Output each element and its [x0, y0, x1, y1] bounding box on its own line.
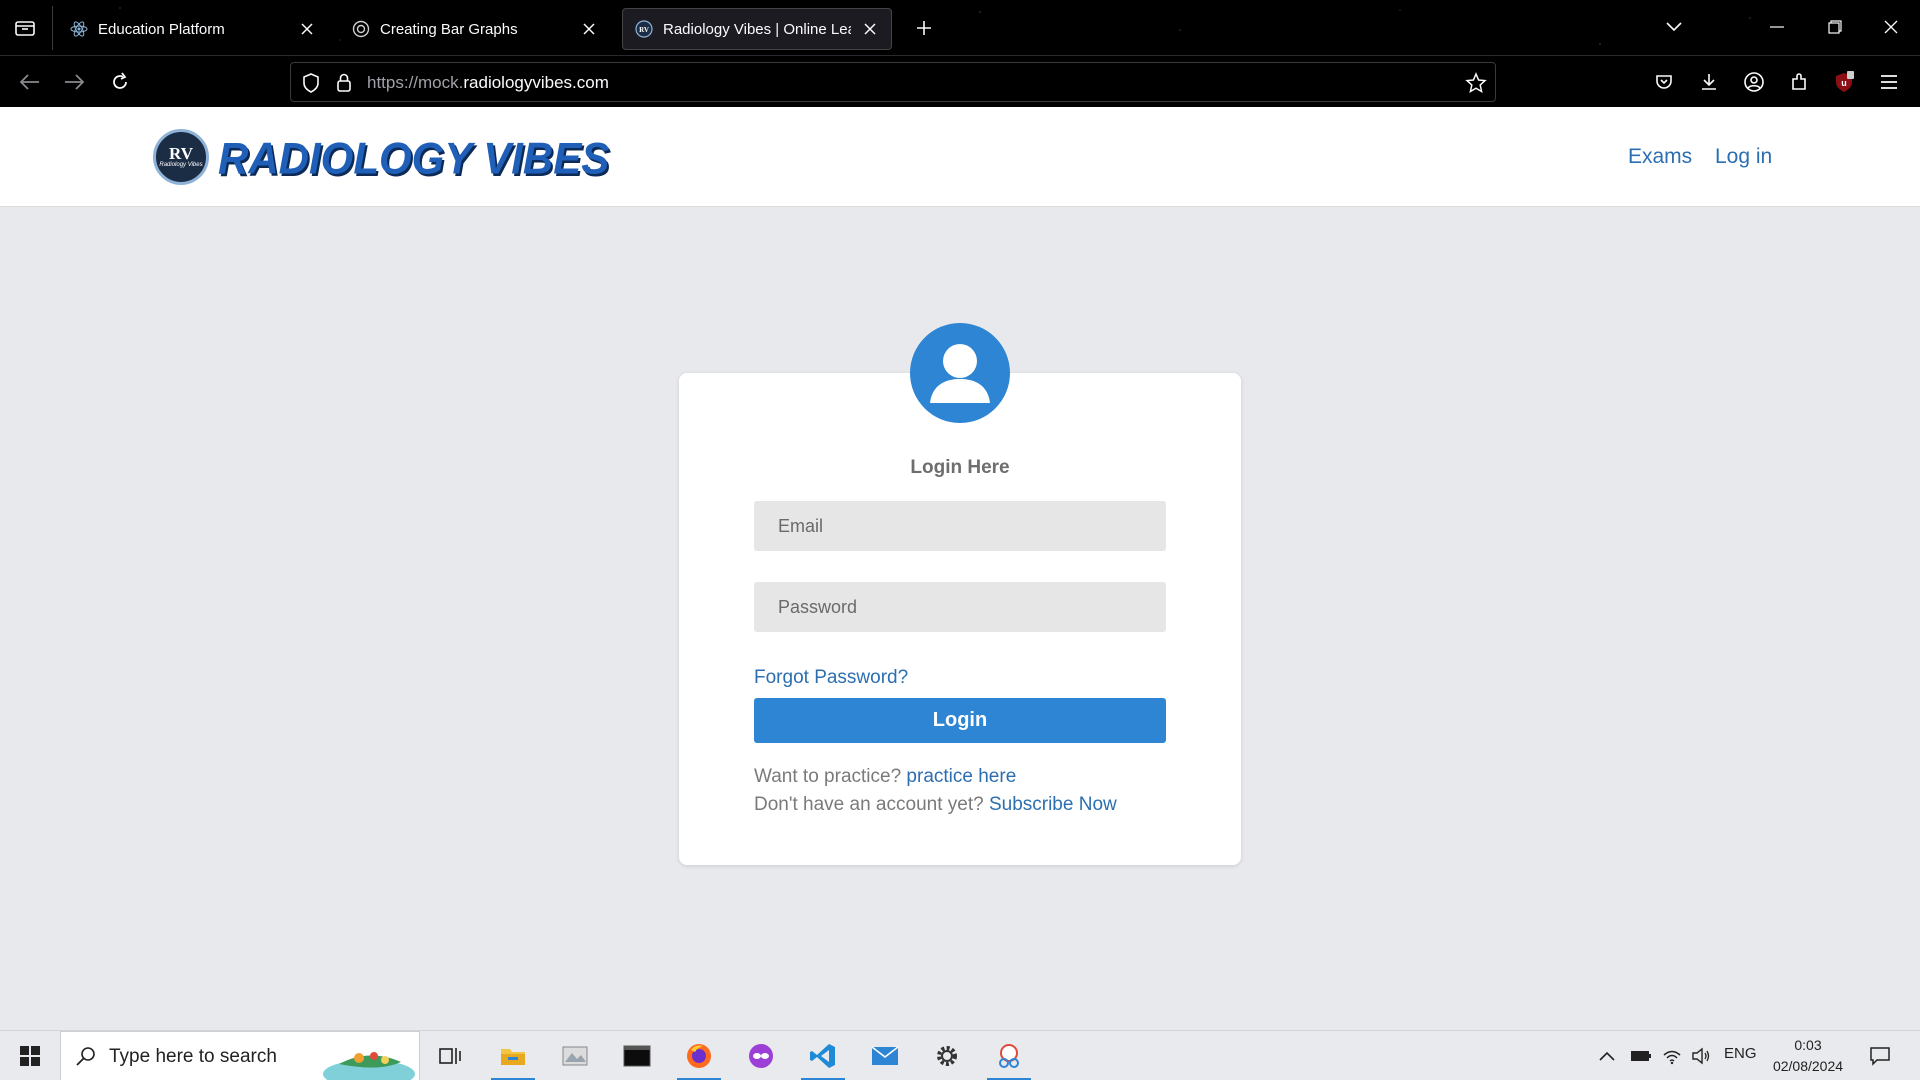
restore-button[interactable] — [1818, 12, 1852, 42]
search-placeholder: Type here to search — [109, 1046, 277, 1067]
shield-icon[interactable] — [301, 72, 321, 99]
rv-favicon-icon: RV — [635, 20, 653, 38]
minimize-button[interactable] — [1760, 12, 1794, 42]
download-icon[interactable] — [1693, 66, 1725, 98]
openai-icon — [352, 20, 370, 38]
forward-arrow-icon[interactable] — [58, 66, 90, 98]
taskbar-search-box[interactable]: Type here to search — [60, 1031, 420, 1080]
url-domain: radiologyvibes.com — [463, 73, 609, 92]
input-language[interactable]: ENG — [1724, 1045, 1757, 1062]
site-logo-text[interactable]: RADIOLOGY VIBES — [218, 134, 609, 184]
private-browsing-icon[interactable] — [739, 1037, 783, 1075]
url-prefix: https://mock. — [367, 73, 464, 92]
nav-link-login[interactable]: Log in — [1715, 145, 1772, 169]
firefox-icon[interactable] — [677, 1037, 721, 1080]
url-text[interactable]: https://mock.radiologyvibes.com — [367, 73, 609, 93]
settings-gear-icon[interactable] — [925, 1037, 969, 1075]
windows-taskbar: Type here to search ENG 0:03 02/08/2024 — [0, 1030, 1920, 1080]
site-logo-badge[interactable]: RV Radiology Vibes — [153, 129, 209, 185]
pocket-icon[interactable] — [1648, 66, 1680, 98]
tab-education-platform[interactable]: Education Platform — [58, 8, 328, 50]
svg-text:u: u — [1841, 78, 1847, 88]
practice-prompt: Want to practice? — [754, 766, 902, 787]
subscribe-line: Don't have an account yet? Subscribe Now — [754, 794, 1117, 816]
bookmark-star-icon[interactable] — [1465, 72, 1487, 99]
close-icon[interactable] — [580, 20, 598, 38]
svg-text:RV: RV — [639, 26, 649, 34]
search-highlight-illustration — [319, 1038, 419, 1080]
extensions-icon[interactable] — [1783, 66, 1815, 98]
search-icon — [75, 1046, 97, 1073]
vscode-icon[interactable] — [801, 1037, 845, 1080]
new-tab-button[interactable] — [910, 14, 938, 42]
forgot-password-link[interactable]: Forgot Password? — [754, 667, 908, 689]
site-header: RV Radiology Vibes RADIOLOGY VIBES Exams… — [0, 107, 1920, 207]
tab-title: Radiology Vibes | Online Learni — [663, 20, 851, 38]
logo-badge-subtext: Radiology Vibes — [159, 161, 203, 168]
password-field[interactable] — [754, 582, 1166, 632]
tray-chevron-up-icon[interactable] — [1590, 1037, 1624, 1075]
windows-start-icon[interactable] — [12, 1041, 48, 1071]
account-icon[interactable] — [1738, 66, 1770, 98]
lock-icon[interactable] — [335, 72, 353, 99]
back-arrow-icon[interactable] — [14, 66, 46, 98]
user-avatar-icon — [910, 323, 1010, 423]
clock-date: 02/08/2024 — [1772, 1058, 1844, 1074]
login-button[interactable]: Login — [754, 698, 1166, 743]
account-prompt: Don't have an account yet? — [754, 794, 984, 815]
hamburger-menu-icon[interactable] — [1873, 66, 1905, 98]
tab-list-chevron-down-icon[interactable] — [1657, 12, 1691, 42]
volume-icon[interactable] — [1684, 1037, 1718, 1075]
practice-line: Want to practice? practice here — [754, 766, 1016, 788]
tab-separator — [52, 6, 53, 50]
tab-title: Creating Bar Graphs — [380, 20, 518, 38]
photos-app-icon[interactable] — [553, 1037, 597, 1075]
snipping-tool-icon[interactable] — [987, 1037, 1031, 1080]
logo-badge-text: RV — [169, 143, 193, 163]
system-clock[interactable]: 0:03 02/08/2024 — [1765, 1035, 1851, 1077]
browser-tab-bar: Education Platform Creating Bar Graphs R… — [0, 0, 1920, 55]
subscribe-link[interactable]: Subscribe Now — [989, 794, 1117, 815]
mail-icon[interactable] — [863, 1037, 907, 1075]
notification-center-icon[interactable] — [1858, 1037, 1902, 1075]
email-field[interactable] — [754, 501, 1166, 551]
file-explorer-icon[interactable] — [491, 1037, 535, 1080]
close-icon[interactable] — [861, 20, 879, 38]
reload-icon[interactable] — [104, 66, 136, 98]
address-bar[interactable]: https://mock.radiologyvibes.com — [290, 62, 1496, 102]
tab-creating-bar-graphs[interactable]: Creating Bar Graphs — [340, 8, 610, 50]
browser-navigation-bar: https://mock.radiologyvibes.com u — [0, 55, 1920, 107]
battery-icon[interactable] — [1624, 1037, 1658, 1075]
tab-overview-icon[interactable] — [10, 14, 40, 42]
close-window-button[interactable] — [1874, 12, 1908, 42]
nav-link-exams[interactable]: Exams — [1628, 145, 1692, 169]
task-view-icon[interactable] — [428, 1037, 472, 1075]
react-icon — [70, 20, 88, 38]
close-icon[interactable] — [298, 20, 316, 38]
ublock-icon[interactable]: u — [1828, 66, 1860, 98]
practice-link[interactable]: practice here — [906, 766, 1016, 787]
tab-title: Education Platform — [98, 20, 225, 38]
tab-radiology-vibes[interactable]: RV Radiology Vibes | Online Learni — [622, 8, 892, 50]
login-title: Login Here — [910, 457, 1010, 478]
clock-time: 0:03 — [1794, 1037, 1822, 1053]
terminal-icon[interactable] — [615, 1037, 659, 1075]
